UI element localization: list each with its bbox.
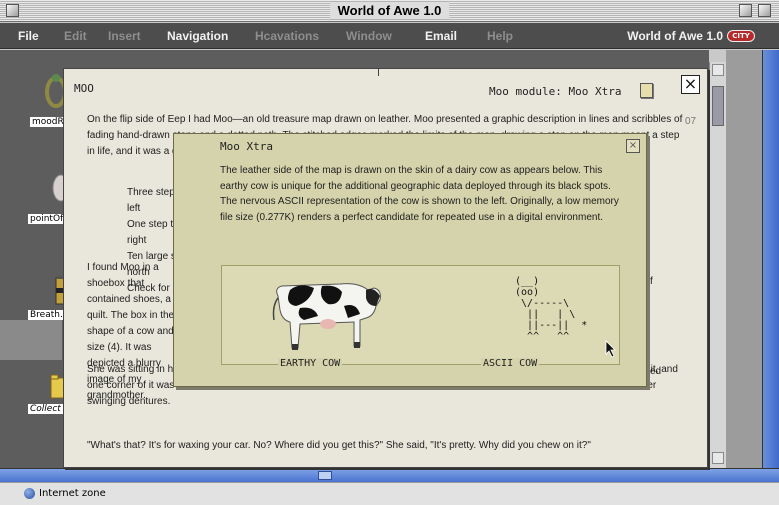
module-label: Moo module: Moo Xtra	[489, 85, 622, 98]
zoom-box-icon[interactable]	[739, 4, 752, 17]
menu-hcavations[interactable]: Hcavations	[255, 29, 319, 43]
paragraph-edge-fragment: f	[650, 276, 653, 287]
ascii-cow-caption: ASCII COW	[481, 358, 540, 369]
document-title: MOO	[74, 82, 94, 95]
document-window-tab	[63, 68, 379, 76]
blue-scroll-track[interactable]	[762, 50, 779, 468]
desktop-icon-label-pointof[interactable]: pointOf	[28, 214, 66, 224]
menu-help[interactable]: Help	[487, 29, 513, 43]
menu-window[interactable]: Window	[346, 29, 392, 43]
scroll-thumb[interactable]	[712, 86, 724, 126]
popup-description: The leather side of the map is drawn on …	[220, 165, 619, 223]
collapse-box-icon[interactable]	[758, 4, 771, 17]
status-zone-text: Internet zone	[39, 488, 106, 499]
globe-icon	[24, 488, 35, 499]
status-bar: Internet zone	[0, 482, 779, 505]
desktop-window-fragment	[0, 320, 62, 360]
menu-bar: File Edit Insert Navigation Hcavations W…	[0, 23, 779, 49]
brand-logo-icon: CITY	[727, 30, 755, 42]
ascii-cow-art: (__) (oo) \/-----\ || | \ ||---|| * ^^ ^…	[515, 276, 588, 342]
menu-file[interactable]: File	[18, 29, 39, 43]
popup-close-button[interactable]: ×	[626, 139, 640, 153]
menu-insert[interactable]: Insert	[108, 29, 141, 43]
module-page-icon[interactable]	[640, 83, 653, 98]
popup-title: Moo Xtra	[220, 140, 273, 153]
horizontal-scrollbar[interactable]	[0, 468, 779, 482]
hscroll-thumb[interactable]	[318, 471, 332, 480]
menu-email[interactable]: Email	[425, 29, 457, 43]
menu-navigation[interactable]: Navigation	[167, 29, 228, 43]
document-close-button[interactable]: ×	[681, 75, 700, 94]
window-title: World of Awe 1.0	[329, 2, 450, 19]
desktop-icon-label-collect[interactable]: Collect	[28, 404, 63, 414]
holstein-cow-icon[interactable]	[270, 276, 384, 356]
mouse-pointer-icon	[605, 340, 616, 358]
menu-edit[interactable]: Edit	[64, 29, 87, 43]
earthy-cow-caption: EARTHY COW	[278, 358, 343, 369]
vertical-scrollbar[interactable]	[709, 62, 726, 468]
close-box-icon[interactable]	[6, 4, 19, 17]
brand-title: World of Awe 1.0	[627, 29, 723, 43]
paragraph-dialogue: "What's that? It's for waxing your car. …	[87, 440, 591, 451]
paragraph-edge-fragment: 07	[685, 116, 697, 127]
scroll-down-arrow-icon[interactable]	[712, 452, 724, 464]
scroll-up-arrow-icon[interactable]	[712, 64, 724, 76]
window-title-bar[interactable]: World of Awe 1.0	[0, 0, 779, 22]
right-panel	[726, 50, 779, 468]
